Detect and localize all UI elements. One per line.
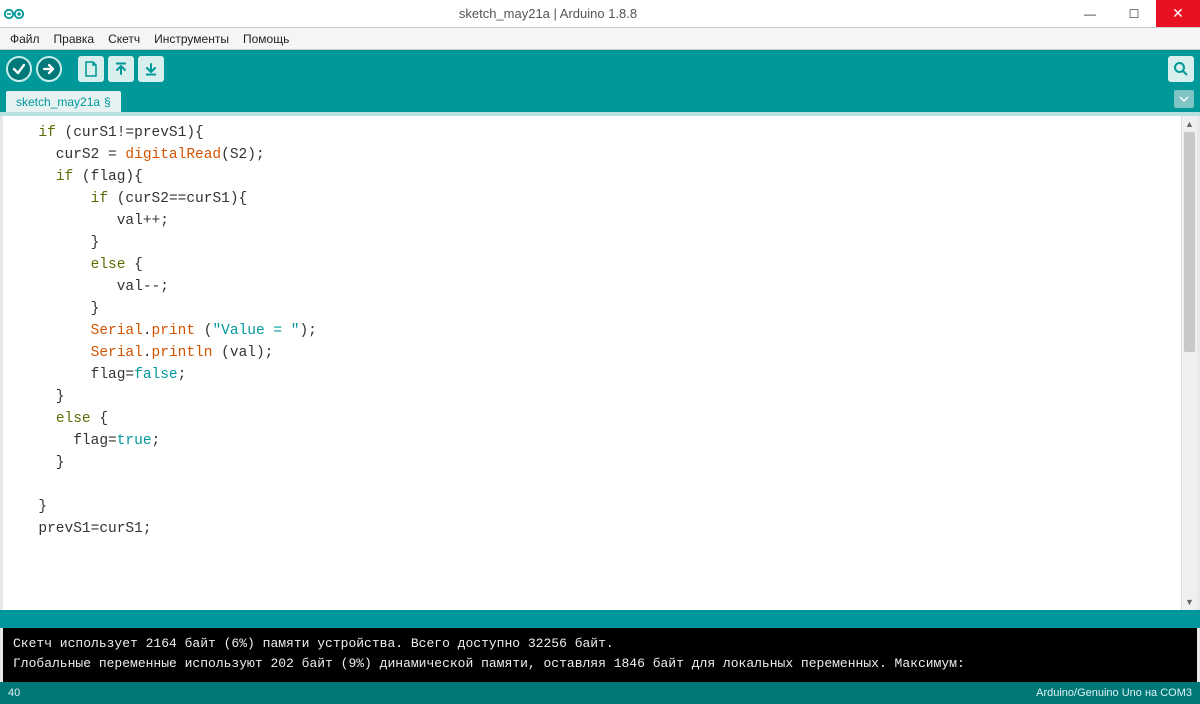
verify-button[interactable] xyxy=(6,56,32,82)
new-button[interactable] xyxy=(78,56,104,82)
chevron-down-icon xyxy=(1179,94,1189,104)
serial-monitor-button[interactable] xyxy=(1168,56,1194,82)
tab-dropdown-button[interactable] xyxy=(1174,90,1194,108)
editor-area: if (curS1!=prevS1){ curS2 = digitalRead(… xyxy=(0,116,1200,610)
console-line-2: Глобальные переменные используют 202 бай… xyxy=(13,656,965,671)
maximize-button[interactable]: ☐ xyxy=(1112,0,1156,27)
menu-tools[interactable]: Инструменты xyxy=(148,30,235,48)
check-icon xyxy=(12,62,26,76)
tab-sketch[interactable]: sketch_may21a § xyxy=(6,91,121,112)
arrow-up-icon xyxy=(114,62,128,76)
scroll-thumb[interactable] xyxy=(1184,132,1195,352)
window-title: sketch_may21a | Arduino 1.8.8 xyxy=(28,6,1068,21)
magnifier-icon xyxy=(1173,61,1189,77)
line-number: 40 xyxy=(8,687,20,699)
output-console[interactable]: Скетч использует 2164 байт (6%) памяти у… xyxy=(0,628,1200,682)
window-controls: — ☐ ✕ xyxy=(1068,0,1200,27)
code-editor[interactable]: if (curS1!=prevS1){ curS2 = digitalRead(… xyxy=(3,116,1197,610)
titlebar: sketch_may21a | Arduino 1.8.8 — ☐ ✕ xyxy=(0,0,1200,28)
scroll-up-icon[interactable]: ▲ xyxy=(1182,116,1197,132)
message-bar xyxy=(0,610,1200,628)
menu-sketch[interactable]: Скетч xyxy=(102,30,146,48)
menubar: Файл Правка Скетч Инструменты Помощь xyxy=(0,28,1200,50)
toolbar xyxy=(0,50,1200,88)
board-port-info: Arduino/Genuino Uno на COM3 xyxy=(1036,687,1192,699)
status-footer: 40 Arduino/Genuino Uno на COM3 xyxy=(0,682,1200,704)
arrow-right-icon xyxy=(42,62,56,76)
editor-scrollbar[interactable]: ▲ ▼ xyxy=(1181,116,1197,610)
tab-name: sketch_may21a xyxy=(16,95,100,109)
save-button[interactable] xyxy=(138,56,164,82)
scroll-down-icon[interactable]: ▼ xyxy=(1182,594,1197,610)
open-button[interactable] xyxy=(108,56,134,82)
menu-edit[interactable]: Правка xyxy=(48,30,101,48)
minimize-button[interactable]: — xyxy=(1068,0,1112,27)
file-icon xyxy=(84,61,98,77)
menu-file[interactable]: Файл xyxy=(4,30,46,48)
menu-help[interactable]: Помощь xyxy=(237,30,295,48)
close-button[interactable]: ✕ xyxy=(1156,0,1200,27)
tabbar: sketch_may21a § xyxy=(0,88,1200,112)
upload-button[interactable] xyxy=(36,56,62,82)
tab-modified-indicator: § xyxy=(104,95,111,109)
console-line-1: Скетч использует 2164 байт (6%) памяти у… xyxy=(13,636,614,651)
arrow-down-icon xyxy=(144,62,158,76)
arduino-app-icon xyxy=(0,0,28,28)
